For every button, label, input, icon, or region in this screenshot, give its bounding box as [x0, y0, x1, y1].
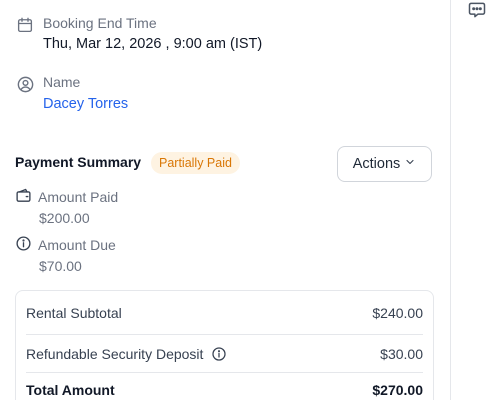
actions-button-label: Actions	[352, 156, 401, 172]
amount-due-value: $70.00	[39, 258, 82, 274]
amount-due-label: Amount Due	[38, 237, 116, 253]
rental-subtotal-row: Rental Subtotal $240.00	[26, 291, 423, 334]
booking-details-panel: Booking End Time Thu, Mar 12, 2026 , 9:0…	[0, 0, 450, 400]
total-amount-value: $270.00	[372, 381, 423, 398]
booking-end-time-value: Thu, Mar 12, 2026 , 9:00 am (IST)	[43, 36, 263, 52]
customer-name-row: Name Dacey Torres	[15, 74, 128, 112]
rental-subtotal-value: $240.00	[372, 304, 423, 321]
chat-button[interactable]	[467, 2, 487, 22]
chat-icon	[467, 0, 487, 25]
actions-button[interactable]: Actions	[337, 146, 432, 182]
customer-name-label: Name	[43, 74, 81, 90]
info-icon	[15, 235, 32, 255]
amount-paid-value: $200.00	[39, 210, 90, 226]
amount-due-item: Amount Due $70.00	[15, 235, 116, 274]
right-rail	[450, 0, 495, 400]
security-deposit-row: Refundable Security Deposit $30.00	[26, 334, 423, 372]
totals-card: Rental Subtotal $240.00 Refundable Secur…	[15, 290, 434, 400]
security-deposit-value: $30.00	[380, 345, 423, 362]
rental-subtotal-label: Rental Subtotal	[26, 304, 122, 321]
payment-status-badge: Partially Paid	[151, 152, 240, 174]
chevron-down-icon	[404, 156, 416, 172]
info-icon[interactable]	[211, 346, 227, 362]
total-amount-row: Total Amount $270.00	[26, 372, 423, 400]
customer-name-link[interactable]: Dacey Torres	[43, 96, 128, 112]
wallet-icon	[15, 187, 32, 207]
booking-end-time-label: Booking End Time	[43, 15, 157, 31]
calendar-icon	[15, 15, 35, 35]
total-amount-label: Total Amount	[26, 381, 115, 398]
security-deposit-label: Refundable Security Deposit	[26, 345, 204, 362]
booking-end-time-row: Booking End Time Thu, Mar 12, 2026 , 9:0…	[15, 15, 262, 52]
payment-summary-title: Payment Summary	[15, 154, 142, 170]
amount-paid-item: Amount Paid $200.00	[15, 187, 118, 226]
amount-paid-label: Amount Paid	[38, 189, 119, 205]
user-circle-icon	[15, 74, 35, 94]
